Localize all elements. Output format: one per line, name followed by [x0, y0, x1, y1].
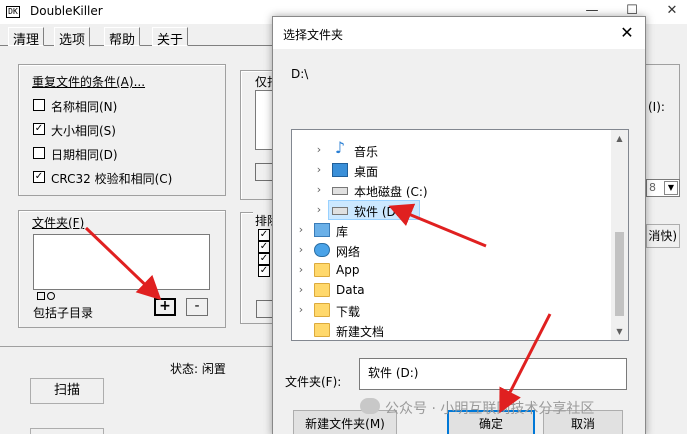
tree-item-label: 软件 (D:): [354, 205, 405, 219]
chevron-right-icon[interactable]: ›: [314, 163, 324, 177]
crc32-same-label: CRC32 校验和相同(C): [51, 172, 173, 186]
right-label-i: (I):: [648, 100, 665, 114]
exclude-checkbox-3[interactable]: ✓: [258, 253, 270, 265]
remove-folder-button[interactable]: -: [186, 298, 208, 316]
scroll-down-icon[interactable]: ▼: [611, 323, 628, 340]
drive-icon: [332, 207, 348, 215]
folder-name-field[interactable]: 软件 (D:): [359, 358, 627, 390]
chevron-right-icon[interactable]: ›: [314, 203, 324, 217]
circle-glyph-icon: [47, 292, 55, 300]
status-label: 状态:: [170, 362, 199, 376]
second-bottom-button[interactable]: [30, 428, 104, 434]
watermark: 公众号 · 小明互联网技术分享社区: [385, 401, 595, 417]
folder-icon: [314, 323, 330, 337]
chevron-right-icon[interactable]: ›: [296, 223, 306, 237]
tab-clean[interactable]: 清理: [8, 27, 45, 48]
tree-item[interactable]: › 本地磁盘 (C:): [292, 180, 612, 200]
tree-item-label: 网络: [336, 245, 361, 259]
size-same-label: 大小相同(S): [51, 124, 116, 138]
tree-item-label: 下载: [336, 305, 361, 319]
tree-item-label: 新建文档: [336, 325, 385, 339]
right-group-frame: [646, 64, 680, 184]
dialog-title: 选择文件夹: [283, 28, 344, 42]
size-same-checkbox[interactable]: ✓: [33, 123, 45, 135]
folder-list[interactable]: [33, 234, 210, 290]
tree-item[interactable]: › 网络: [292, 240, 612, 260]
name-same-label: 名称相同(N): [51, 100, 118, 114]
tree-item[interactable]: 优读图片格式转换器: [292, 340, 612, 341]
doublekiller-app-icon: DK: [6, 6, 20, 18]
include-subdirs-label[interactable]: 包括子目录: [33, 304, 93, 321]
date-same-checkbox[interactable]: [33, 147, 45, 159]
folder-group-title: 文件夹(F): [30, 214, 87, 231]
right-dropdown[interactable]: 8 ▼: [646, 179, 680, 197]
tree-item[interactable]: › App: [292, 260, 612, 280]
current-path: D:\: [291, 67, 309, 81]
tree-item-label: App: [336, 263, 360, 277]
bottom-divider: [0, 346, 275, 347]
network-icon: [314, 243, 330, 257]
library-icon: [314, 223, 330, 237]
tree-item[interactable]: › ♪ 音乐: [292, 140, 612, 160]
exclude-checkbox-1[interactable]: ✓: [258, 229, 270, 241]
right-dropdown-value: 8: [649, 181, 656, 194]
date-same-label: 日期相同(D): [51, 148, 118, 162]
crc32-same-checkbox[interactable]: ✓: [33, 171, 45, 183]
folder-name-value: 软件 (D:): [368, 366, 419, 380]
select-folder-dialog: 选择文件夹 ✕ D:\ › ♪ 音乐 › 桌面 › 本地磁盘 (C:) › 软件 (D:) › 库 ›…: [272, 16, 646, 434]
scroll-thumb[interactable]: [615, 232, 624, 316]
exclude-checkbox-2[interactable]: ✓: [258, 241, 270, 253]
tree-item-label: 音乐: [354, 145, 379, 159]
tree-item[interactable]: › 软件 (D:): [292, 200, 612, 220]
right-fragment-button[interactable]: 消快): [646, 224, 680, 248]
chevron-right-icon[interactable]: ›: [296, 303, 306, 317]
close-button[interactable]: ✕: [657, 0, 687, 24]
square-glyph-icon: [37, 292, 45, 300]
tree-item[interactable]: 新建文档: [292, 320, 612, 340]
tree-item[interactable]: › 下载: [292, 300, 612, 320]
wechat-icon: [360, 398, 380, 414]
scroll-up-icon[interactable]: ▲: [611, 130, 628, 147]
tab-help[interactable]: 帮助: [104, 27, 141, 48]
folder-icon: [314, 283, 330, 297]
tree-item-label: 本地磁盘 (C:): [354, 185, 428, 199]
tree-item-label: 库: [336, 225, 349, 239]
dialog-close-icon[interactable]: ✕: [617, 23, 637, 43]
add-folder-button[interactable]: +: [154, 298, 176, 316]
desktop-icon: [332, 163, 348, 177]
music-icon: ♪: [334, 138, 346, 157]
tree-item[interactable]: › Data: [292, 280, 612, 300]
chevron-right-icon[interactable]: ›: [314, 143, 324, 157]
chevron-right-icon[interactable]: [296, 323, 306, 337]
drive-icon: [332, 187, 348, 195]
folder-tree[interactable]: › ♪ 音乐 › 桌面 › 本地磁盘 (C:) › 软件 (D:) › 库 › 网络 › App › Data ›…: [291, 129, 629, 341]
tree-item[interactable]: › 桌面: [292, 160, 612, 180]
chevron-right-icon[interactable]: ›: [296, 283, 306, 297]
tab-options[interactable]: 选项: [54, 27, 91, 48]
folder-icon: [314, 303, 330, 317]
status-area: 状态: 闲置: [170, 360, 226, 377]
tree-item-label: Data: [336, 283, 365, 297]
dialog-title-bar: 选择文件夹 ✕: [273, 17, 645, 49]
chevron-down-icon[interactable]: ▼: [664, 181, 678, 195]
status-value: 闲置: [201, 362, 226, 376]
duplicate-conditions-title[interactable]: 重复文件的条件(A)...: [30, 73, 148, 90]
folder-field-label: 文件夹(F):: [285, 375, 342, 389]
folder-icon: [314, 263, 330, 277]
tree-item-label: 桌面: [354, 165, 379, 179]
tab-about[interactable]: 关于: [152, 27, 189, 48]
main-window-right-edge: (I): 8 ▼ 消快): [646, 24, 687, 434]
app-title: DoubleKiller: [30, 4, 103, 18]
chevron-right-icon[interactable]: ›: [314, 183, 324, 197]
chevron-right-icon[interactable]: ›: [296, 243, 306, 257]
new-folder-button[interactable]: 新建文件夹(M): [293, 410, 397, 434]
tree-item[interactable]: › 库: [292, 220, 612, 240]
chevron-right-icon[interactable]: ›: [296, 263, 306, 277]
exclude-checkbox-4[interactable]: ✓: [258, 265, 270, 277]
name-same-checkbox[interactable]: [33, 99, 45, 111]
scan-button[interactable]: 扫描: [30, 378, 104, 404]
tree-scrollbar[interactable]: ▲ ▼: [611, 130, 628, 340]
